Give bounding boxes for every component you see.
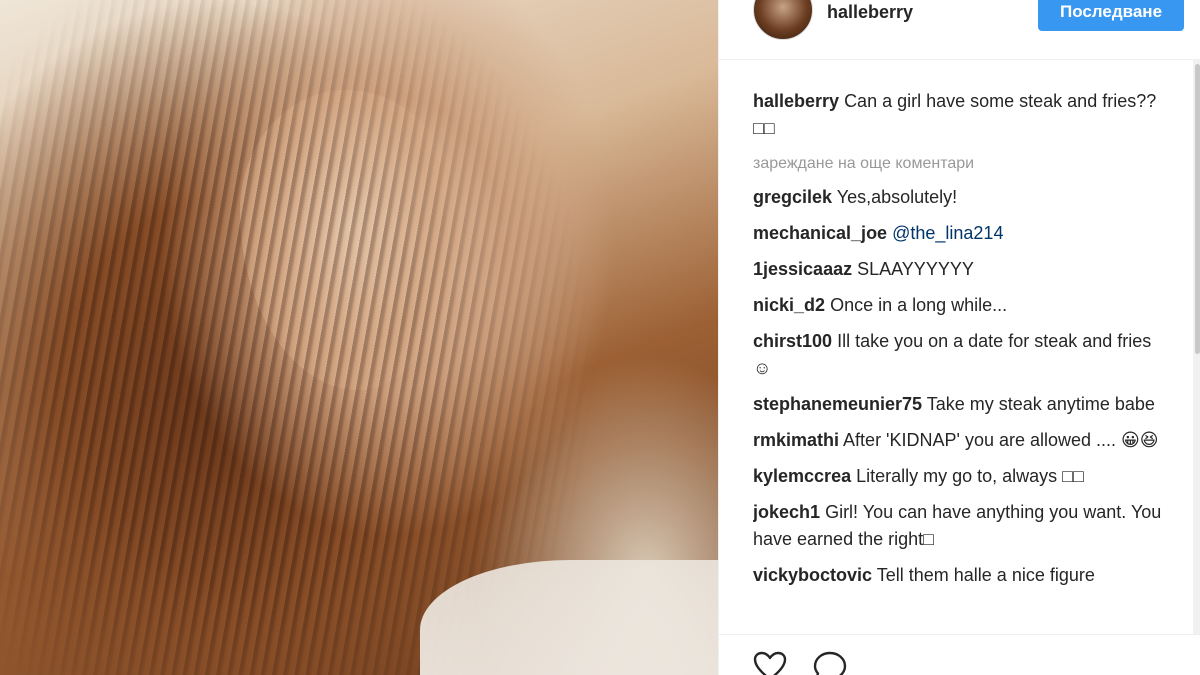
comment-username[interactable]: vickyboctovic [753,565,872,585]
comment-text: Yes,absolutely! [836,187,958,207]
post-side-panel: halleberry Последване halleberry Can a g… [718,0,1200,675]
comment-item: gregcilek Yes,absolutely! [753,184,1163,211]
caption-username[interactable]: halleberry [753,91,839,111]
load-more-comments-link[interactable]: зареждане на още коментари [753,152,1163,176]
comment-text: After 'KIDNAP' you are allowed .... 😀😆 [843,430,1159,450]
comment-username[interactable]: rmkimathi [753,430,839,450]
post-photo[interactable] [0,0,718,675]
avatar[interactable] [753,0,813,40]
comment-username[interactable]: 1jessicaaaz [753,259,852,279]
comment-item: chirst100 Ill take you on a date for ste… [753,328,1163,382]
post-header: halleberry Последване [719,0,1200,60]
comment-item: stephanemeunier75 Take my steak anytime … [753,391,1163,418]
header-username[interactable]: halleberry [827,2,913,23]
comment-mention-link[interactable]: @the_lina214 [892,223,1003,243]
comment-item: rmkimathi After 'KIDNAP' you are allowed… [753,427,1163,454]
comments-list: halleberry Can a girl have some steak an… [753,88,1163,634]
comment-username[interactable]: chirst100 [753,331,832,351]
comment-username[interactable]: stephanemeunier75 [753,394,922,414]
comment-text: SLAAYYYYYY [857,259,974,279]
comment-text: Once in a long while... [830,295,1008,315]
comments-scrollbar-thumb[interactable] [1195,64,1200,354]
comment-username[interactable]: kylemccrea [753,466,851,486]
post-actions-bar [719,634,1200,675]
comment-username[interactable]: nicki_d2 [753,295,825,315]
comment-item: nicki_d2 Once in a long while... [753,292,1163,319]
comment-text: Tell them halle a nice figure [876,565,1095,585]
follow-button[interactable]: Последване [1038,0,1184,31]
comment-item: mechanical_joe @the_lina214 [753,220,1163,247]
heart-icon[interactable] [753,651,789,675]
instagram-post-view: halleberry Последване halleberry Can a g… [0,0,1200,675]
comment-item: kylemccrea Literally my go to, always □□ [753,463,1163,490]
comment-username[interactable]: jokech1 [753,502,820,522]
comment-item: jokech1 Girl! You can have anything you … [753,499,1163,553]
comment-bubble-icon[interactable] [813,651,849,675]
post-caption: halleberry Can a girl have some steak an… [753,88,1163,142]
comment-item: 1jessicaaaz SLAAYYYYYY [753,256,1163,283]
comment-username[interactable]: mechanical_joe [753,223,887,243]
comment-username[interactable]: gregcilek [753,187,832,207]
comment-text: Take my steak anytime babe [926,394,1155,414]
comment-item: vickyboctovic Tell them halle a nice fig… [753,562,1163,589]
comment-text: Literally my go to, always □□ [856,466,1084,486]
